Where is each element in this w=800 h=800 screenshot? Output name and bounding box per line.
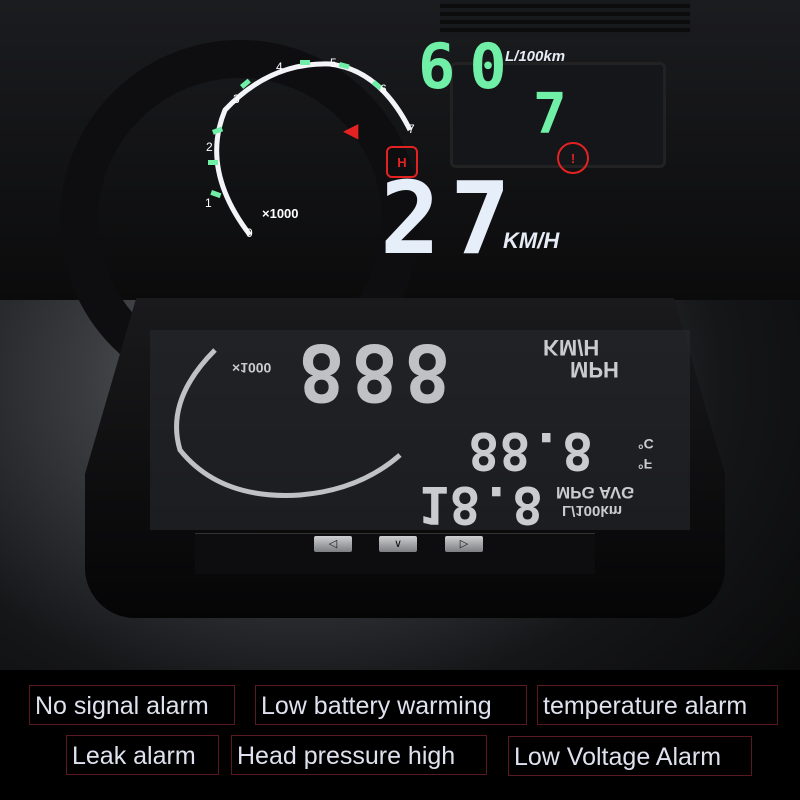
label-temperature-alarm: temperature alarm <box>537 685 778 725</box>
label-low-battery: Low battery warming <box>255 685 527 725</box>
label-head-pressure-high: Head pressure high <box>231 735 487 775</box>
right-button[interactable]: ▷ <box>445 536 483 552</box>
device-temp-unit: °F <box>638 456 653 472</box>
label-leak-alarm: Leak alarm <box>66 735 219 775</box>
device-temp-unit: °C <box>638 436 654 452</box>
label-no-signal-alarm: No signal alarm <box>29 685 235 725</box>
device-temp-digits: 88.8 <box>468 420 594 480</box>
product-scene: ×1000 0 1 2 3 4 5 6 7 ◀ 60 L/100km 7 H !… <box>0 0 800 670</box>
alarm-labels: No signal alarm Low battery warming temp… <box>0 670 800 800</box>
device-fuel-digits: 18.8 <box>418 474 544 534</box>
device-fuel-label: L/100km <box>562 502 623 519</box>
left-button[interactable]: ◁ <box>314 536 352 552</box>
device-fuel-label: MPG AVG <box>556 483 635 502</box>
down-button[interactable]: ∨ <box>379 536 417 552</box>
label-low-voltage-alarm: Low Voltage Alarm <box>508 736 752 776</box>
device-speed-digits: 888 <box>298 326 457 416</box>
device-rpm-multiplier: ×1000 <box>232 360 272 376</box>
device-speed-unit: MPH <box>570 357 619 382</box>
